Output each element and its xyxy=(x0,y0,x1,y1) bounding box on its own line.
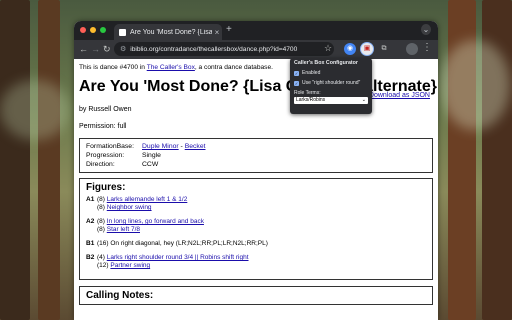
figure-beats: (8) xyxy=(97,204,107,211)
figure-move-link[interactable]: Partner swing xyxy=(110,262,150,269)
zoom-window-button[interactable] xyxy=(100,27,106,33)
back-arrow-icon[interactable]: ← xyxy=(79,43,88,55)
checkmark-icon: ✓ xyxy=(294,80,299,86)
page-content: This is dance #4700 in The Caller's Box,… xyxy=(74,59,438,320)
figure-label: A2 xyxy=(86,218,95,225)
close-window-button[interactable] xyxy=(80,27,86,33)
checkbox-label: Use "right shoulder round" xyxy=(302,80,361,86)
calling-notes-box: Calling Notes: xyxy=(79,286,433,305)
role-terms-label: Role Terms: xyxy=(294,90,321,96)
figure-move-link[interactable]: In long lines, go forward and back xyxy=(107,218,204,225)
intro-prefix: This is dance #4700 in xyxy=(79,64,147,71)
callers-box-link[interactable]: The Caller's Box xyxy=(147,64,195,71)
right-shoulder-round-checkbox[interactable]: ✓ Use "right shoulder round" xyxy=(294,80,368,86)
extension-popup: Caller's Box Configurator ✓ Enabled ✓ Us… xyxy=(290,58,372,114)
extension-icon[interactable]: ◉ xyxy=(344,43,356,55)
figure-b2: B2 (4) Larks right shoulder round 3/4 ||… xyxy=(86,254,426,270)
figure-beats: (12) xyxy=(97,262,111,269)
figure-a1: A1 (8) Larks allemande left 1 & 1/2 (8) … xyxy=(86,196,426,212)
forward-arrow-icon[interactable]: → xyxy=(91,43,100,55)
calling-notes-heading: Calling Notes: xyxy=(86,290,154,301)
formation-link[interactable]: Becket xyxy=(185,143,206,150)
figures-heading: Figures: xyxy=(86,182,126,193)
info-value: CCW xyxy=(142,161,159,168)
role-terms-value: Larks/Robins xyxy=(296,97,326,103)
figure-move-link[interactable]: Larks allemande left 1 & 1/2 xyxy=(107,196,188,203)
figure-label: B2 xyxy=(86,254,95,261)
permission: Permission: full xyxy=(79,123,127,130)
intro-suffix: , a contra dance database. xyxy=(194,64,273,71)
intro-text: This is dance #4700 in The Caller's Box,… xyxy=(79,64,433,71)
url-text: ibiblio.org/contradance/thecallersbox/da… xyxy=(130,45,298,53)
tab-strip: Are You 'Most Done? {Lisa G × + ⌄ xyxy=(74,21,438,40)
checkbox-label: Enabled xyxy=(302,70,321,76)
role-terms-select[interactable]: Larks/Robins ⌄ xyxy=(294,97,368,104)
figure-a2: A2 (8) In long lines, go forward and bac… xyxy=(86,218,426,234)
figure-beats: (8) xyxy=(97,218,107,225)
window-controls xyxy=(80,27,106,33)
favicon-icon xyxy=(119,28,126,36)
info-key: FormationBase: xyxy=(86,143,134,150)
tab-title: Are You 'Most Done? {Lisa G xyxy=(130,28,212,36)
author: by Russell Owen xyxy=(79,106,132,113)
figure-beats: (4) xyxy=(97,254,107,261)
avatar[interactable] xyxy=(406,43,418,55)
formation-link[interactable]: Duple Minor xyxy=(142,143,179,150)
download-json-link[interactable]: Download as JSON xyxy=(369,92,430,99)
dance-info-box: FormationBase: Duple Minor - Becket Prog… xyxy=(79,138,433,173)
figure-move-link[interactable]: Neighbor swing xyxy=(107,204,152,211)
figures-box: Figures: A1 (8) Larks allemande left 1 &… xyxy=(79,178,433,280)
browser-window: Are You 'Most Done? {Lisa G × + ⌄ ← → ↻ … xyxy=(74,21,438,320)
figure-label: A1 xyxy=(86,196,95,203)
info-key: Direction: xyxy=(86,161,115,168)
info-value: Duple Minor - Becket xyxy=(142,142,205,151)
info-row-direction: Direction: CCW xyxy=(86,160,426,169)
reload-icon[interactable]: ↻ xyxy=(103,43,111,55)
chevron-down-icon: ⌄ xyxy=(361,97,366,103)
star-icon[interactable]: ☆ xyxy=(324,43,332,54)
address-bar[interactable]: ⚙ ibiblio.org/contradance/thecallersbox/… xyxy=(114,42,334,56)
active-tab[interactable]: Are You 'Most Done? {Lisa G × xyxy=(114,24,222,40)
checkmark-icon: ✓ xyxy=(294,70,299,76)
enabled-checkbox[interactable]: ✓ Enabled xyxy=(294,70,368,76)
info-key: Progression: xyxy=(86,152,125,159)
tab-search-icon[interactable]: ⌄ xyxy=(421,24,431,35)
figure-beats: (8) xyxy=(97,196,107,203)
minimize-window-button[interactable] xyxy=(90,27,96,33)
puzzle-icon[interactable]: ⧉ xyxy=(378,43,390,55)
new-tab-button[interactable]: + xyxy=(226,24,232,35)
info-row-formation: FormationBase: Duple Minor - Becket xyxy=(86,142,426,151)
popup-title: Caller's Box Configurator xyxy=(294,60,358,66)
info-row-progression: Progression: Single xyxy=(86,151,426,160)
close-tab-icon[interactable]: × xyxy=(212,28,222,37)
figure-beats: (16) xyxy=(97,240,111,247)
browser-toolbar: ← → ↻ ⚙ ibiblio.org/contradance/thecalle… xyxy=(74,40,438,59)
more-icon[interactable]: ⋮ xyxy=(422,42,432,53)
figure-beats: (8) xyxy=(97,226,107,233)
figure-move-link[interactable]: Star left 7/8 xyxy=(107,226,140,233)
figure-b1: B1 (16) On right diagonal, hey (LR;N2L;R… xyxy=(86,240,426,248)
site-info-icon[interactable]: ⚙ xyxy=(120,45,126,53)
figure-move-link[interactable]: Larks right shoulder round 3/4 || Robins… xyxy=(107,254,249,261)
figure-label: B1 xyxy=(86,240,95,247)
info-value: Single xyxy=(142,152,161,159)
figure-move: On right diagonal, hey (LR;N2L;RR;PL;LR;… xyxy=(110,240,268,247)
callers-box-extension-icon[interactable]: ▣ xyxy=(361,43,373,55)
